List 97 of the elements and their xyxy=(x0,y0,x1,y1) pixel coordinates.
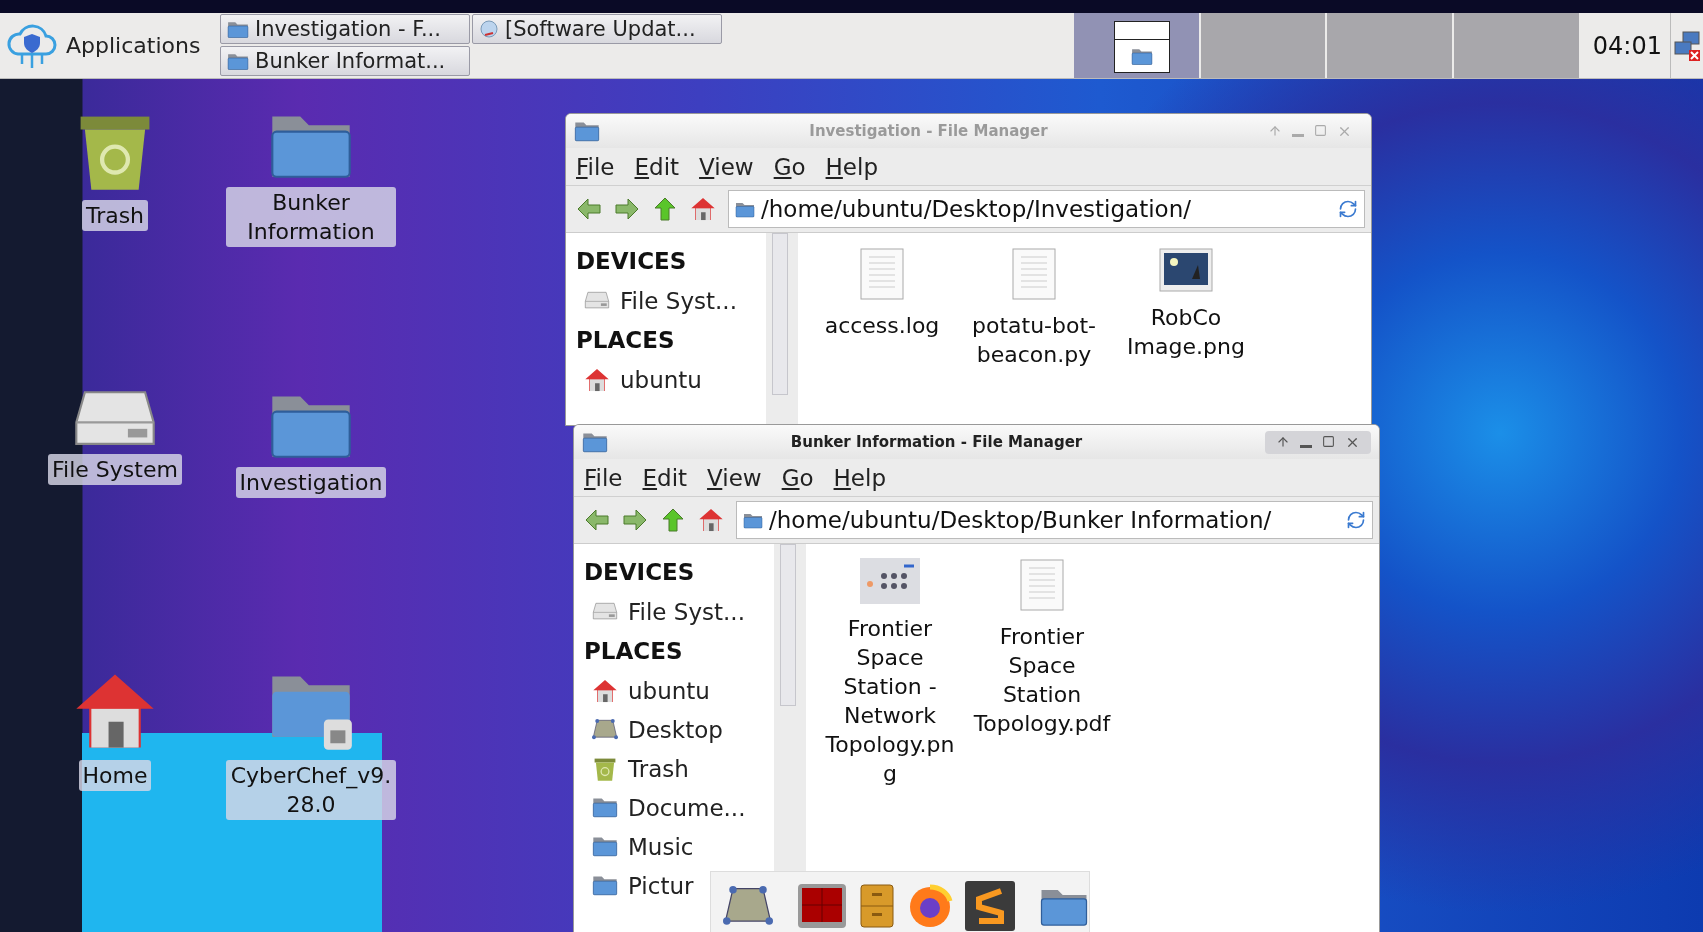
menu-item[interactable]: Edit xyxy=(642,464,688,491)
folder-icon xyxy=(743,511,763,529)
folder-icon xyxy=(592,796,618,819)
folder-icon xyxy=(227,51,249,71)
forward-button[interactable] xyxy=(614,196,640,222)
terminal-icon xyxy=(797,883,847,929)
minimize-icon xyxy=(1292,133,1304,137)
desktop-icon-label[interactable]: Home xyxy=(78,760,152,791)
refresh-icon[interactable] xyxy=(1338,199,1358,219)
dock-launcher[interactable] xyxy=(965,881,1015,931)
dock-launcher[interactable] xyxy=(859,883,895,929)
file-name[interactable]: Frontier Space Station - Network Topology.png xyxy=(820,614,960,788)
browser-icon xyxy=(907,883,953,929)
sidebar-item[interactable]: ubuntu xyxy=(584,671,710,710)
document-icon xyxy=(859,247,905,301)
sidebar-heading: DEVICES xyxy=(576,247,688,276)
globe-icon xyxy=(479,19,499,39)
sidebar-heading: DEVICES xyxy=(584,558,696,587)
menu-item[interactable]: Go xyxy=(781,464,814,491)
diagram-thumbnail-icon xyxy=(860,558,920,604)
network-disconnected-icon xyxy=(1673,29,1701,62)
folder-icon xyxy=(592,835,618,858)
sidebar-heading: PLACES xyxy=(576,326,676,355)
menu-item[interactable]: File xyxy=(584,464,623,491)
desktop-icon xyxy=(723,886,773,926)
window-title: Bunker Information - File Manager xyxy=(789,433,1084,451)
sidebar-item[interactable]: Desktop xyxy=(584,710,723,749)
home-button[interactable] xyxy=(698,507,724,533)
desktop-icon xyxy=(592,719,618,740)
sidebar-item[interactable]: Trash xyxy=(584,749,689,788)
sidebar-item[interactable]: Pictur xyxy=(584,866,694,905)
file-name[interactable]: Frontier Space Station Topology.pdf xyxy=(972,622,1112,738)
desktop-icon-label[interactable]: Trash xyxy=(81,200,149,231)
menu-item[interactable]: Go xyxy=(773,153,806,180)
editor-icon xyxy=(965,881,1015,931)
menu-item[interactable]: Help xyxy=(833,464,886,491)
workspace-switcher[interactable] xyxy=(1200,13,1326,78)
sidebar-item[interactable]: File Syst... xyxy=(576,281,737,320)
back-button[interactable] xyxy=(584,507,610,533)
scrollbar[interactable] xyxy=(772,233,788,395)
house-icon xyxy=(584,366,610,393)
workspace-switcher[interactable] xyxy=(1073,13,1199,78)
location-field[interactable]: /home/ubuntu/Desktop/Investigation/ xyxy=(728,190,1365,228)
minimize-icon xyxy=(1300,444,1312,448)
menu-item[interactable]: View xyxy=(707,464,762,491)
folder-icon xyxy=(1130,46,1153,66)
menu-item[interactable]: Help xyxy=(825,153,878,180)
sidebar-item[interactable]: File Syst... xyxy=(584,592,745,631)
home-button[interactable] xyxy=(690,196,716,222)
desktop-icon-label[interactable]: File System xyxy=(48,454,182,486)
forward-button[interactable] xyxy=(622,507,648,533)
picture-icon xyxy=(1158,247,1214,293)
dock-launcher[interactable] xyxy=(907,883,953,929)
maximize-icon xyxy=(1314,123,1327,137)
sidebar-heading: PLACES xyxy=(584,637,684,666)
sidebar-item[interactable]: Docume... xyxy=(584,788,746,827)
workspace-switcher[interactable] xyxy=(1327,13,1453,78)
folder-icon xyxy=(592,874,618,897)
arrow-up-icon xyxy=(1268,123,1282,138)
folder-icon xyxy=(227,19,249,39)
cabinet-icon xyxy=(859,883,895,929)
file-name[interactable]: access.log xyxy=(812,311,952,340)
applications-menu-button[interactable]: Applications xyxy=(0,13,220,78)
up-button[interactable] xyxy=(660,507,686,533)
document-icon xyxy=(1011,247,1057,301)
file-name[interactable]: RobCo Image.png xyxy=(1116,303,1256,361)
dock-launcher[interactable] xyxy=(723,886,773,926)
house-icon xyxy=(690,196,716,222)
document-icon xyxy=(1019,558,1065,612)
window-title: Investigation - File Manager xyxy=(808,122,1049,140)
menu-item[interactable]: Edit xyxy=(634,153,680,180)
drive-icon xyxy=(592,602,618,621)
folder-icon xyxy=(735,200,755,218)
desktop-icon-label[interactable]: CyberChef_v9.28.0 xyxy=(226,760,396,820)
desktop-icon-label[interactable]: Investigation xyxy=(235,467,387,499)
menu-item[interactable]: File xyxy=(576,153,615,180)
desktop-icon-label[interactable]: Bunker Information xyxy=(226,187,396,248)
file-name[interactable]: potatu-bot-beacon.py xyxy=(964,311,1104,369)
scrollbar[interactable] xyxy=(780,544,796,706)
task-button[interactable]: Investigation - F... xyxy=(220,14,470,44)
sidebar-item[interactable]: ubuntu xyxy=(576,360,702,399)
dock-launcher[interactable] xyxy=(797,883,847,929)
clock: 04:01 xyxy=(1591,31,1663,60)
menu-item[interactable]: View xyxy=(699,153,754,180)
location-field[interactable]: /home/ubuntu/Desktop/Bunker Information/ xyxy=(736,501,1373,539)
house-icon xyxy=(592,677,618,704)
task-button[interactable]: Bunker Informat... xyxy=(220,46,470,76)
workspace-switcher[interactable] xyxy=(1454,13,1579,78)
up-button[interactable] xyxy=(652,196,678,222)
maximize-icon xyxy=(1322,434,1335,448)
back-button[interactable] xyxy=(576,196,602,222)
drive-icon xyxy=(584,291,610,310)
refresh-icon[interactable] xyxy=(1346,510,1366,530)
house-icon xyxy=(698,507,724,533)
task-button[interactable]: [Software Updat... xyxy=(472,14,722,44)
sidebar-item[interactable]: Music xyxy=(584,827,694,866)
arrow-up-icon xyxy=(1276,434,1290,449)
